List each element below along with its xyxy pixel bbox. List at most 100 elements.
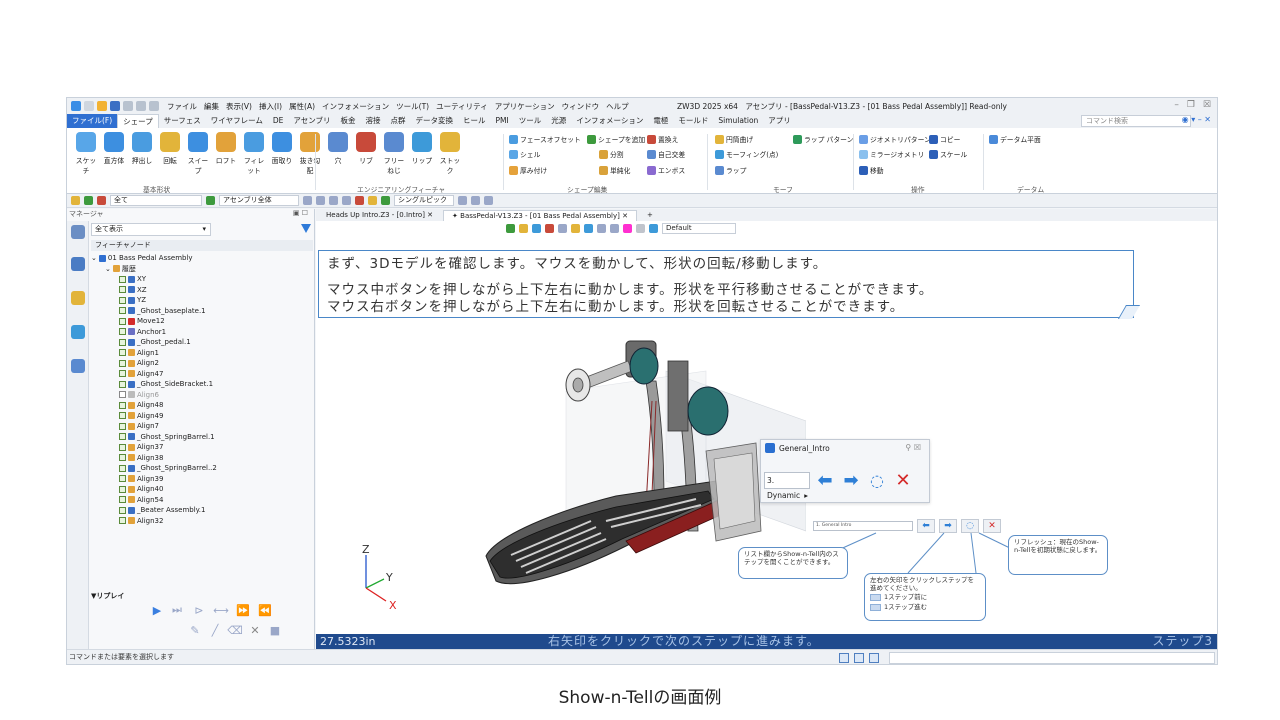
visibility-checkbox[interactable] [119, 307, 126, 315]
edit-icon[interactable]: ✎ [187, 623, 203, 637]
redo-icon[interactable] [149, 101, 159, 111]
visibility-checkbox[interactable] [119, 286, 126, 294]
tree-item[interactable]: Align37 [91, 442, 307, 453]
tab-heads-up-intro[interactable]: Heads Up Intro.Z3 - [0.Intro] ✕ [318, 210, 441, 221]
undo-icon[interactable] [136, 101, 146, 111]
menu-application[interactable]: アプリケーション [495, 101, 555, 112]
delete-icon[interactable]: ✕ [247, 623, 263, 637]
visibility-checkbox[interactable] [119, 275, 126, 283]
ribbon-big-button[interactable]: 押出し [129, 132, 155, 165]
geometry-pattern-button[interactable]: ジオメトリパターン [859, 134, 931, 144]
erase-icon[interactable]: ⌫ [227, 623, 243, 637]
previous-step-button[interactable]: ⬅ [815, 470, 835, 491]
refresh-button[interactable]: ◌ [867, 470, 887, 490]
panel-pin-icon[interactable]: ▣ ☐ [293, 209, 308, 221]
show-filter-select[interactable]: 全て表示 ▾ [91, 223, 211, 236]
add-shape-button[interactable]: シェープを追加 [587, 134, 645, 144]
new-tab-button[interactable]: + [639, 210, 661, 221]
select-icon[interactable] [71, 196, 80, 205]
remove-icon[interactable] [97, 196, 106, 205]
history-tab-icon[interactable] [71, 225, 85, 239]
tree-item[interactable]: _Beater Assembly.1 [91, 505, 307, 516]
visibility-checkbox[interactable] [119, 380, 126, 388]
tree-item[interactable]: Align6 [91, 390, 307, 401]
ribbon-tab[interactable]: モールド [673, 114, 713, 128]
save-icon[interactable] [110, 101, 120, 111]
ribbon-tab[interactable]: アプリ [763, 114, 796, 128]
list-icon[interactable] [869, 653, 879, 663]
ribbon-tab[interactable]: 板金 [336, 114, 361, 128]
copy-button[interactable]: コピー [929, 134, 960, 144]
restore-icon[interactable]: ❐ [1187, 100, 1195, 110]
ribbon-tab[interactable]: ヒール [458, 114, 491, 128]
ribbon-big-button[interactable]: 直方体 [101, 132, 127, 165]
face-offset-button[interactable]: フェースオフセット [509, 134, 581, 144]
pick-mode-combo[interactable]: シングルピック [394, 195, 454, 206]
ribbon-big-button[interactable]: リップ [409, 132, 435, 165]
menu-insert[interactable]: 挿入(I) [259, 101, 282, 112]
scale-button[interactable]: スケール [929, 149, 967, 159]
tree-item[interactable]: _Ghost_SpringBarrel.1 [91, 432, 307, 443]
thicken-button[interactable]: 厚み付け [509, 165, 547, 175]
ribbon-big-button[interactable]: スケッチ [73, 132, 99, 175]
wrap-pattern-button[interactable]: ラップ パターン [793, 134, 853, 144]
menu-window[interactable]: ウィンドウ [562, 101, 600, 112]
ribbon-big-button[interactable]: ストック [437, 132, 463, 175]
visibility-checkbox[interactable] [119, 391, 126, 399]
ribbon-big-button[interactable]: ロフト [213, 132, 239, 165]
visibility-checkbox[interactable] [119, 349, 126, 357]
tree-item[interactable]: _Ghost_SideBracket.1 [91, 379, 307, 390]
rewind-icon[interactable]: ⏪ [257, 603, 273, 617]
play-to-end-icon[interactable]: ⊳ [191, 603, 207, 617]
tree-item[interactable]: Move12 [91, 316, 307, 327]
ribbon-tab[interactable]: Simulation [713, 114, 763, 128]
ribbon-tab[interactable]: ファイル(F) [67, 114, 118, 128]
user-tab-icon[interactable] [71, 359, 85, 373]
tree-item[interactable]: Align1 [91, 348, 307, 359]
tree-item[interactable]: Align49 [91, 411, 307, 422]
menu-attribute[interactable]: 属性(A) [289, 101, 315, 112]
visibility-checkbox[interactable] [119, 485, 126, 493]
fast-forward-icon[interactable]: ⏩ [235, 603, 251, 617]
simplify-button[interactable]: 単純化 [599, 165, 630, 175]
visibility-checkbox[interactable] [119, 422, 126, 430]
replace-button[interactable]: 置換え [647, 134, 678, 144]
wrap-button[interactable]: ラップ [715, 165, 746, 175]
visibility-checkbox[interactable] [119, 296, 126, 304]
ribbon-tab[interactable]: 光源 [546, 114, 571, 128]
tree-item[interactable]: Align40 [91, 484, 307, 495]
menu-utility[interactable]: ユーティリティ [436, 101, 488, 112]
filter-funnel-icon[interactable] [301, 224, 311, 233]
ribbon-tab[interactable]: ワイヤフレーム [206, 114, 268, 128]
tree-item[interactable]: Align47 [91, 369, 307, 380]
ribbon-big-button[interactable]: 回転 [157, 132, 183, 165]
tree-item[interactable]: Align32 [91, 516, 307, 527]
mirror-geometry-button[interactable]: ミラージオメトリ [859, 149, 924, 159]
self-intersect-button[interactable]: 自己交差 [647, 149, 685, 159]
tree-item[interactable]: XY [91, 274, 307, 285]
filter-combo[interactable]: 全て [110, 195, 202, 206]
tree-item[interactable]: _Ghost_pedal.1 [91, 337, 307, 348]
box-icon[interactable]: ■ [267, 623, 283, 637]
expand-icon[interactable]: ⌄ [105, 264, 111, 275]
add-icon[interactable] [84, 196, 93, 205]
ribbon-tab[interactable]: シェープ [117, 114, 159, 128]
visibility-checkbox[interactable] [119, 401, 126, 409]
next-step-button[interactable]: ➡ [841, 470, 861, 491]
tree-item[interactable]: ⌄ 履歴 [91, 264, 307, 275]
visibility-checkbox[interactable] [119, 496, 126, 504]
close-icon[interactable]: ☒ [1203, 100, 1211, 110]
step-forward-icon[interactable]: ⏭ [169, 603, 185, 617]
play-icon[interactable]: ▶ [149, 603, 165, 617]
visibility-checkbox[interactable] [119, 475, 126, 483]
assembly-scope-combo[interactable]: アセンブリ全体 [219, 195, 299, 206]
display-icon[interactable] [854, 653, 864, 663]
visibility-checkbox[interactable] [119, 454, 126, 462]
visibility-checkbox[interactable] [119, 464, 126, 472]
grid-icon[interactable] [839, 653, 849, 663]
dialog-pin-icon[interactable]: ⚲ ☒ [905, 443, 921, 452]
ribbon-tab[interactable]: データ変換 [411, 114, 459, 128]
ribbon-big-button[interactable]: 抜き勾配 [297, 132, 323, 175]
loop-icon[interactable]: ⟷ [213, 603, 229, 617]
split-button[interactable]: 分割 [599, 149, 624, 159]
